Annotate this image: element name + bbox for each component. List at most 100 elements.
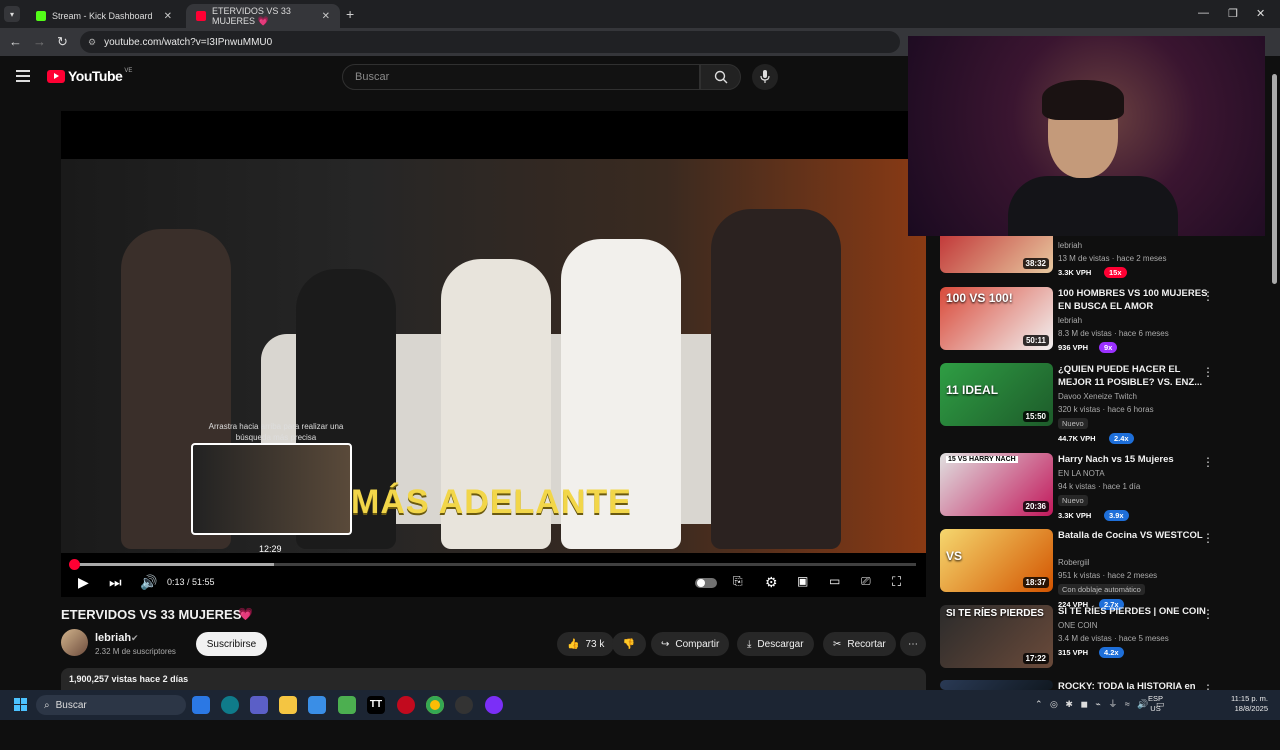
next-video-icon[interactable]: ⏭ bbox=[109, 574, 122, 591]
opera-app-icon[interactable] bbox=[397, 696, 415, 714]
tab-close-icon[interactable]: ✕ bbox=[322, 11, 330, 22]
window-close-button[interactable]: ✕ bbox=[1256, 7, 1265, 20]
chrome-app-icon[interactable] bbox=[426, 696, 444, 714]
language-indicator[interactable]: ESP US bbox=[1148, 694, 1163, 714]
youtube-play-logo-icon bbox=[47, 69, 65, 83]
like-button[interactable]: 👍 73 k bbox=[557, 632, 615, 656]
views-per-hour: 44.7K VPH bbox=[1058, 434, 1096, 443]
views-per-hour: 3.3K VPH bbox=[1058, 511, 1092, 520]
tab-search-button[interactable]: ▾ bbox=[4, 6, 20, 22]
thumbnail-text: 100 VS 100! bbox=[946, 291, 1013, 305]
video-player[interactable]: MÁS ADELANTE Arrastra hacia arriba para … bbox=[61, 111, 926, 597]
recommended-channel-name[interactable]: lebriah bbox=[1058, 240, 1082, 252]
copilot-app-icon[interactable] bbox=[192, 696, 210, 714]
more-options-icon[interactable]: ⋮ bbox=[1202, 607, 1214, 621]
recommended-video[interactable]: 100 VS 100! 50:11 100 HOMBRES VS 100 MUJER… bbox=[940, 287, 1220, 357]
recommended-video-title[interactable]: 100 HOMBRES VS 100 MUJERES EN BUSCA EL A… bbox=[1058, 287, 1208, 313]
search-input[interactable]: Buscar bbox=[342, 64, 700, 90]
fullscreen-icon[interactable]: ⛶ bbox=[892, 574, 901, 590]
verified-icon: ✔ bbox=[131, 633, 139, 643]
url-field[interactable]: ⚙ youtube.com/watch?v=I3IPnwuMMU0 bbox=[80, 31, 900, 53]
recommended-channel-name[interactable]: Davoo Xeneize Twitch bbox=[1058, 391, 1137, 403]
settings-gear-icon[interactable]: ⚙ bbox=[765, 574, 778, 591]
dislike-button[interactable]: 👎 bbox=[612, 632, 646, 656]
video-badge: Con doblaje automático bbox=[1058, 584, 1145, 595]
restore-button[interactable]: ❐ bbox=[1228, 7, 1238, 20]
tiktok-app-icon[interactable]: TT bbox=[367, 696, 385, 714]
app-icon[interactable] bbox=[338, 696, 356, 714]
subscribe-button[interactable]: Suscribirse bbox=[196, 632, 267, 656]
video-thumbnail[interactable]: 11 IDEAL 15:50 bbox=[940, 363, 1053, 426]
search-button[interactable] bbox=[700, 64, 741, 90]
channel-avatar[interactable] bbox=[61, 629, 88, 656]
microphone-icon bbox=[760, 70, 770, 83]
recommended-video[interactable]: 11 IDEAL 15:50 ¿QUIEN PUEDE HACER EL MEJOR… bbox=[940, 363, 1220, 444]
webcam-overlay bbox=[908, 36, 1265, 236]
scrollbar-thumb[interactable] bbox=[1272, 74, 1277, 284]
video-thumbnail[interactable]: 100 VS 100! 50:11 bbox=[940, 287, 1053, 350]
tab-close-icon[interactable]: ✕ bbox=[164, 11, 172, 22]
reload-icon[interactable]: ↻ bbox=[57, 34, 68, 50]
country-code: VE bbox=[124, 68, 133, 74]
teams-app-icon[interactable] bbox=[250, 696, 268, 714]
theater-mode-icon[interactable]: ▭ bbox=[829, 574, 840, 588]
system-clock[interactable]: 11:15 p. m. 18/8/2025 bbox=[1224, 694, 1268, 714]
video-thumbnail[interactable]: 15 VS HARRY NACH 20:36 bbox=[940, 453, 1053, 516]
video-duration: 38:32 bbox=[1022, 258, 1049, 269]
system-tray-icons[interactable]: ⌃ ◎ ✱ ◼ ⌁ ⏚ ≈ 🔊 ▭ bbox=[1035, 697, 1165, 710]
clip-button[interactable]: ✂ Recortar bbox=[823, 632, 896, 656]
recommended-video-title[interactable]: Harry Nach vs 15 Mujeres bbox=[1058, 453, 1208, 466]
recommended-channel-name[interactable]: EN LA NOTA bbox=[1058, 468, 1105, 480]
more-options-icon[interactable]: ⋮ bbox=[1202, 455, 1214, 469]
more-actions-button[interactable]: ⋯ bbox=[900, 632, 926, 656]
forward-arrow-icon[interactable]: → bbox=[33, 34, 46, 49]
tab-kick-dashboard[interactable]: Stream - Kick Dashboard ✕ bbox=[26, 4, 182, 28]
recommended-video-title[interactable]: SI TE RÍES PIERDES | ONE COIN bbox=[1058, 605, 1208, 618]
more-horizontal-icon: ⋯ bbox=[908, 638, 918, 650]
seek-preview-thumbnail bbox=[191, 443, 352, 535]
play-icon[interactable]: ▶ bbox=[78, 574, 89, 591]
obs-app-icon[interactable] bbox=[455, 696, 473, 714]
scrubber-handle[interactable] bbox=[69, 559, 81, 570]
autoplay-toggle[interactable] bbox=[695, 578, 717, 588]
share-button[interactable]: ↪ Compartir bbox=[651, 632, 730, 656]
cast-icon[interactable]: ⎚ bbox=[861, 574, 871, 589]
edge-app-icon[interactable] bbox=[221, 696, 239, 714]
back-arrow-icon[interactable]: ← bbox=[9, 34, 22, 49]
recommended-channel-name[interactable]: lebriah bbox=[1058, 315, 1082, 327]
taskbar-search[interactable]: ⌕ Buscar bbox=[36, 695, 186, 715]
tab-youtube-video[interactable]: ETERVIDOS VS 33 MUJERES 💗 ✕ bbox=[186, 4, 340, 28]
app-icon[interactable] bbox=[485, 696, 503, 714]
download-button[interactable]: ⤓ Descargar bbox=[737, 632, 814, 656]
channel-name[interactable]: lebriah bbox=[95, 632, 131, 644]
more-options-icon[interactable]: ⋮ bbox=[1202, 531, 1214, 545]
recommended-video[interactable]: 15 VS HARRY NACH 20:36 Harry Nach vs 15 Mu… bbox=[940, 453, 1220, 523]
site-info-icon[interactable]: ⚙ bbox=[88, 37, 96, 48]
video-thumbnail[interactable] bbox=[940, 680, 1053, 690]
recommended-video-title[interactable]: ¿QUIEN PUEDE HACER EL MEJOR 11 POSIBLE? … bbox=[1058, 363, 1208, 389]
file-explorer-icon[interactable] bbox=[279, 696, 297, 714]
recommended-video[interactable]: SI TE RÍES PIERDES 17:22 SI TE RÍES PIERDE… bbox=[940, 605, 1220, 675]
subtitles-icon[interactable]: ⎘ bbox=[733, 574, 743, 589]
more-options-icon[interactable]: ⋮ bbox=[1202, 365, 1214, 379]
minimize-button[interactable]: — bbox=[1198, 7, 1209, 19]
volume-icon[interactable]: 🔊 bbox=[140, 574, 157, 591]
youtube-logo[interactable]: YouTube VE bbox=[47, 68, 132, 84]
recommended-video[interactable]: VS 18:37 Batalla de Cocina VS WESTCOL Rober… bbox=[940, 529, 1220, 610]
recommended-video-title[interactable]: Batalla de Cocina VS WESTCOL bbox=[1058, 529, 1208, 542]
store-app-icon[interactable] bbox=[308, 696, 326, 714]
video-thumbnail[interactable]: 38:32 bbox=[940, 236, 1053, 273]
region-code: US bbox=[1150, 704, 1161, 713]
heart-emoji: 💗 bbox=[238, 607, 253, 621]
video-thumbnail[interactable]: VS 18:37 bbox=[940, 529, 1053, 592]
new-tab-button[interactable]: + bbox=[346, 6, 354, 22]
voice-search-button[interactable] bbox=[752, 64, 778, 90]
miniplayer-icon[interactable]: ▣ bbox=[797, 574, 808, 588]
menu-icon[interactable] bbox=[16, 70, 30, 82]
video-thumbnail[interactable]: SI TE RÍES PIERDES 17:22 bbox=[940, 605, 1053, 668]
windows-start-icon[interactable] bbox=[14, 698, 28, 712]
recommended-channel-name[interactable]: ONE COIN bbox=[1058, 620, 1098, 632]
recommended-channel-name[interactable]: Robergiil bbox=[1058, 557, 1090, 569]
progress-bar[interactable] bbox=[69, 559, 916, 570]
more-options-icon[interactable]: ⋮ bbox=[1202, 289, 1214, 303]
